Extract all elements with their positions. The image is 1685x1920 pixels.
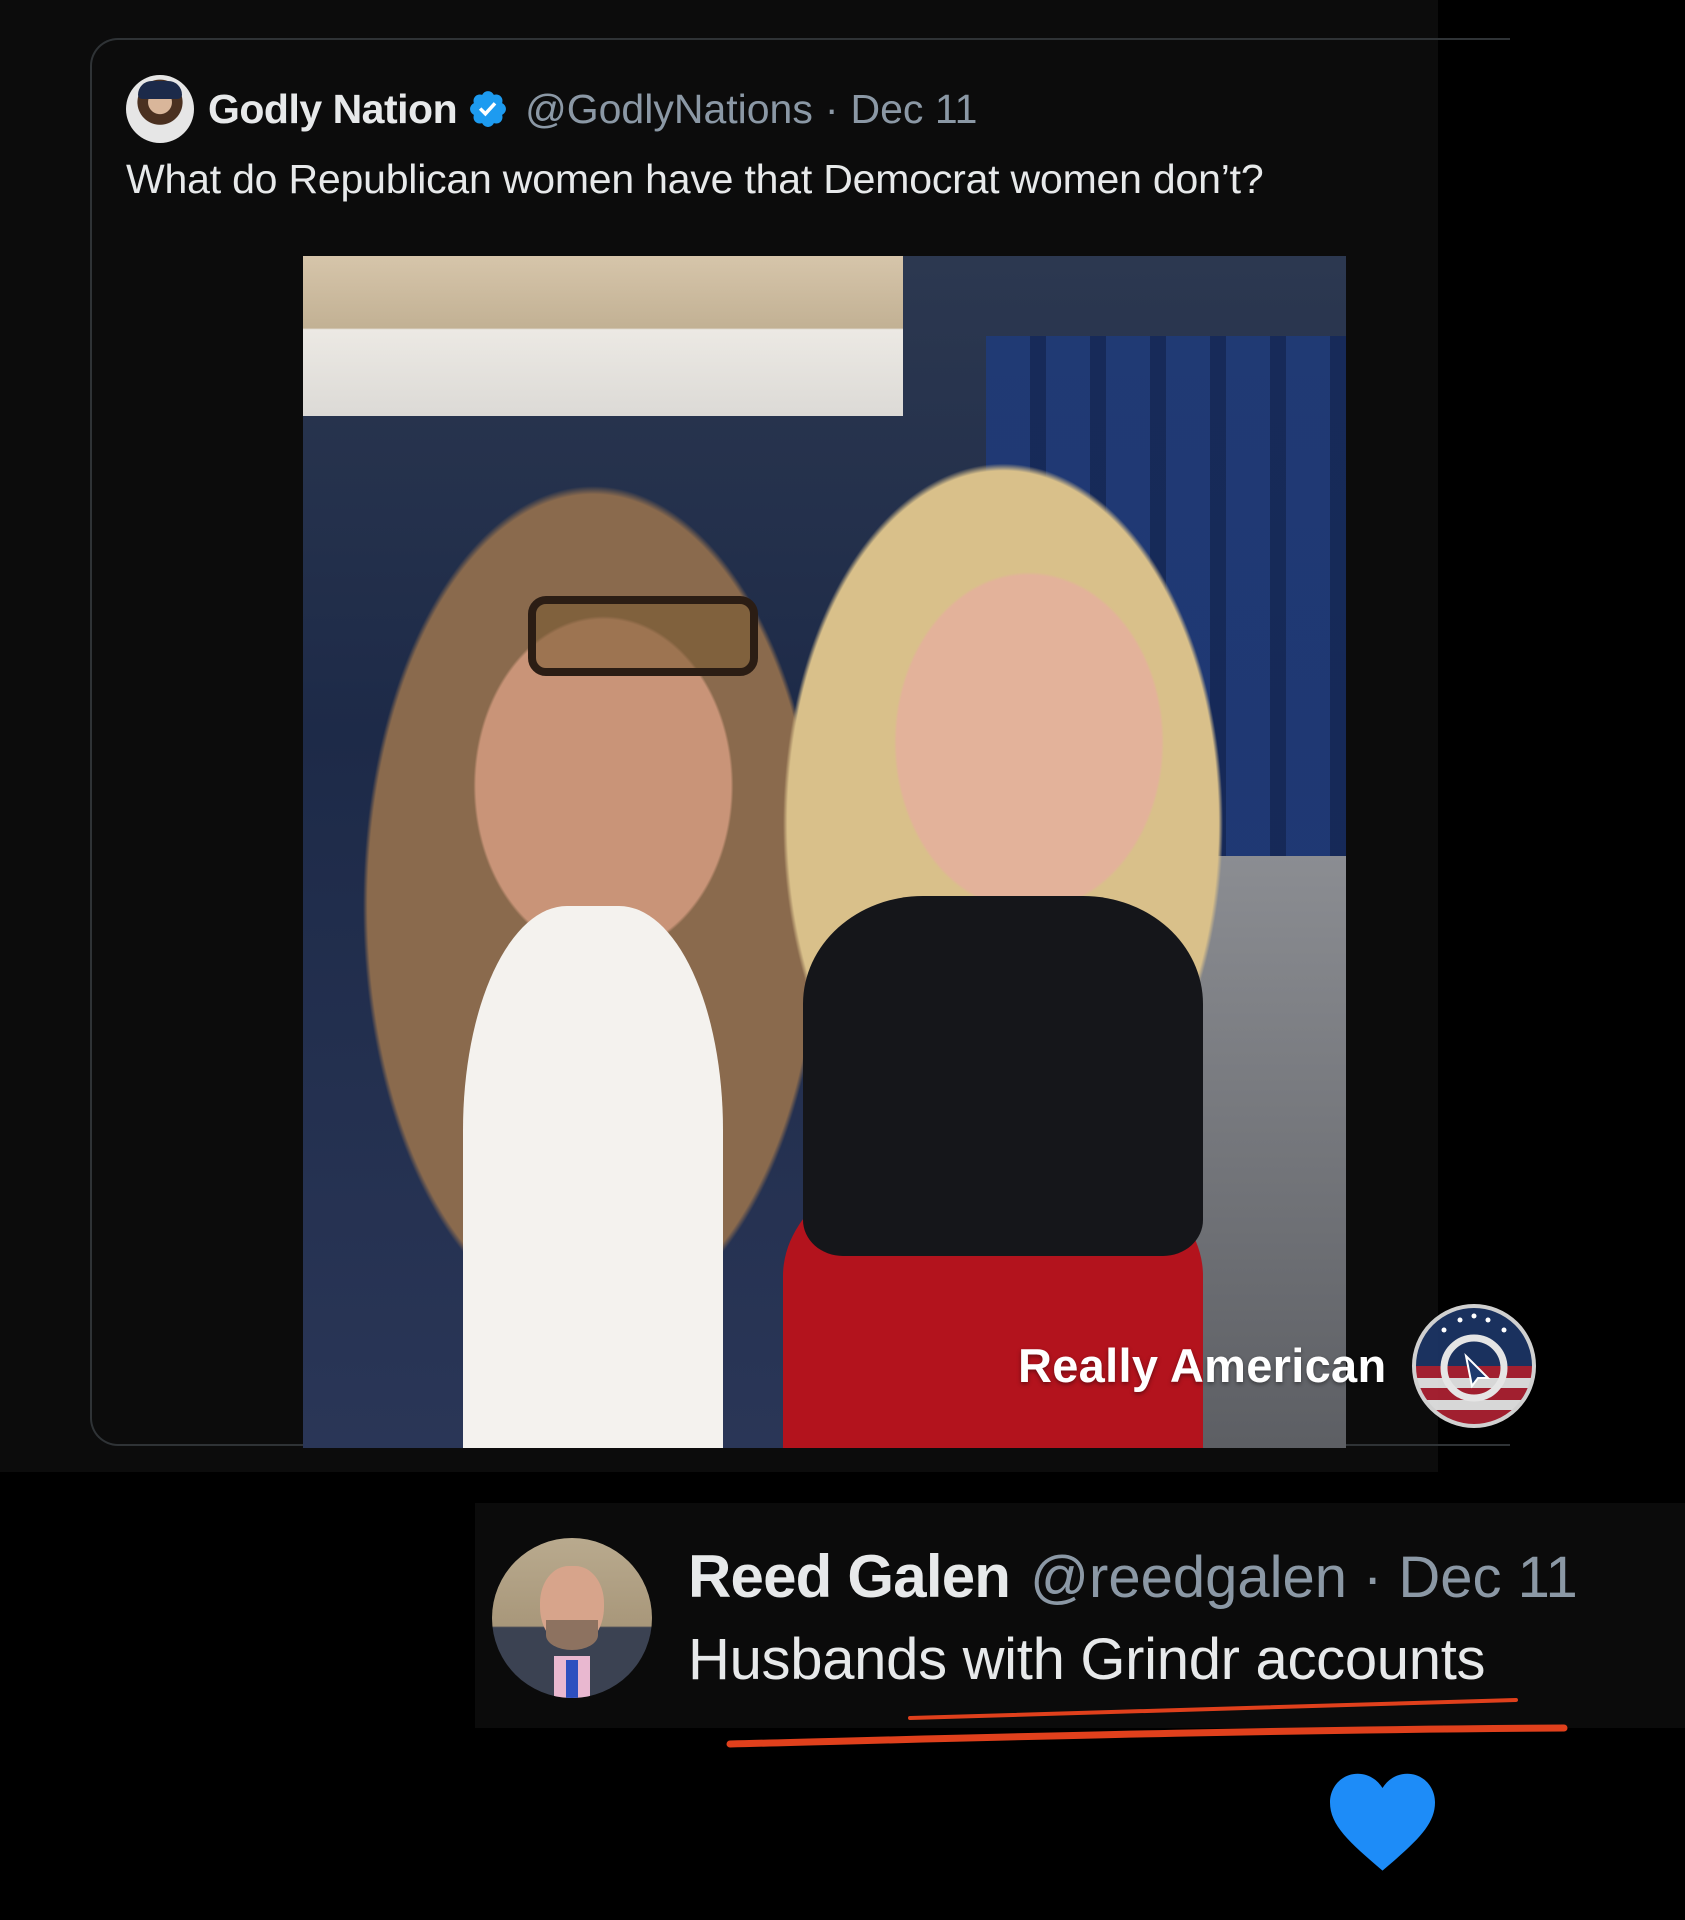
white-top (463, 906, 723, 1448)
highlight-underline (726, 1698, 1568, 1748)
really-american-logo-icon (1412, 1304, 1536, 1428)
post-header: Godly Nation @GodlyNations · Dec 11 (126, 74, 977, 144)
post-text: What do Republican women have that Democ… (126, 156, 1264, 202)
watermark-text: Really American (1018, 1339, 1387, 1392)
reply-header: Reed Galen @reedgalen · Dec 11 (688, 1542, 1578, 1611)
verified-badge-icon (470, 91, 507, 127)
separator-dot: · (824, 85, 839, 132)
author-handle[interactable]: @GodlyNations (525, 86, 813, 133)
separator-dot: · (1363, 1545, 1383, 1610)
reply-author-handle[interactable]: @reedgalen (1030, 1544, 1347, 1611)
sunglasses (528, 596, 758, 676)
author-avatar[interactable] (126, 75, 194, 143)
reply-date[interactable]: Dec 11 (1398, 1544, 1577, 1611)
post-photo[interactable] (303, 256, 1346, 1448)
heart-icon (1330, 1773, 1435, 1871)
reply-author-display-name[interactable]: Reed Galen (688, 1542, 1011, 1611)
post-date[interactable]: Dec 11 (851, 86, 978, 133)
author-display-name[interactable]: Godly Nation (208, 86, 458, 133)
reply-text: Husbands with Grindr accounts (688, 1627, 1486, 1692)
black-top (803, 896, 1203, 1256)
stadium-ledge (303, 256, 903, 416)
reply-author-avatar[interactable] (492, 1538, 652, 1698)
